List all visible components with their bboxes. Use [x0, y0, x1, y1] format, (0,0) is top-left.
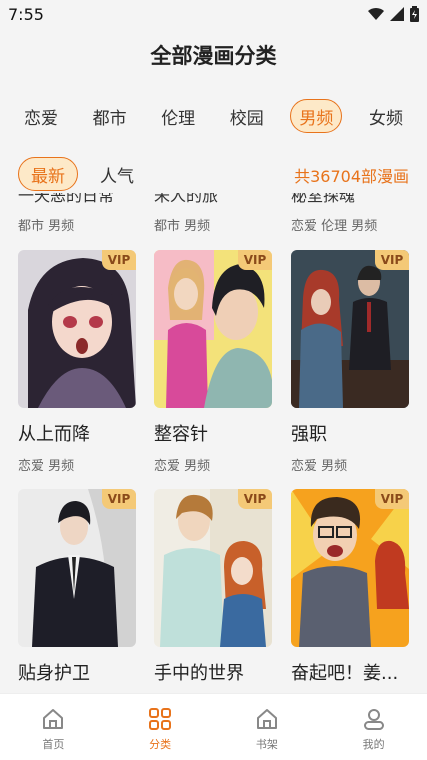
- partial-title: 一天恶的日常: [18, 193, 115, 205]
- category-tab-male[interactable]: 男频: [290, 99, 343, 133]
- tab-profile-label: 我的: [362, 738, 385, 751]
- bookshelf-icon: [256, 709, 277, 729]
- tab-bookshelf[interactable]: 书架: [214, 694, 321, 760]
- vip-badge: VIP: [238, 489, 272, 509]
- cover-art: [154, 489, 272, 647]
- tab-bookshelf-label: 书架: [255, 738, 278, 751]
- comic-card[interactable]: VIP 强职 恋爱 男频: [291, 250, 411, 474]
- cover-art: [291, 489, 409, 647]
- user-icon: [363, 709, 384, 730]
- comic-cover[interactable]: VIP: [291, 489, 409, 647]
- comic-genres: 恋爱 男频: [18, 459, 75, 474]
- sort-bar: 最新 人气 共36704部漫画: [18, 157, 413, 191]
- comic-card[interactable]: VIP 贴身护卫: [18, 489, 138, 693]
- vip-badge: VIP: [375, 489, 409, 509]
- tab-home-label: 首页: [42, 738, 65, 751]
- comic-title: 强职: [291, 424, 327, 445]
- vip-badge: VIP: [238, 250, 272, 270]
- comic-genres: 恋爱 男频: [291, 459, 348, 474]
- comic-title: 手中的世界: [154, 663, 244, 684]
- page-title: 全部漫画分类: [150, 44, 277, 68]
- signal-icon: [390, 7, 404, 21]
- comic-cover[interactable]: VIP: [18, 250, 136, 408]
- partial-title: 未人的旅: [154, 193, 219, 205]
- comic-title: 奋起吧！姜...: [291, 663, 399, 684]
- cover-art: [291, 250, 409, 408]
- comic-cover[interactable]: VIP: [18, 489, 136, 647]
- comic-cover[interactable]: VIP: [291, 250, 409, 408]
- partial-item[interactable]: 一天恶的日常 都市 男频: [18, 193, 138, 234]
- partial-genres: 都市 男频: [154, 219, 211, 234]
- battery-icon: [410, 6, 419, 22]
- cover-art: [18, 489, 136, 647]
- category-tab-romance[interactable]: 恋爱: [16, 99, 66, 133]
- category-tabs: 恋爱 都市 伦理 校园 男频 女频: [16, 99, 411, 133]
- sort-latest-button[interactable]: 最新: [18, 157, 78, 191]
- comic-list[interactable]: 一天恶的日常 都市 男频 未人的旅 都市 男频 秘室探魂 恋爱 伦理 男频 VI…: [0, 193, 427, 693]
- comic-title: 贴身护卫: [18, 663, 90, 684]
- category-tab-ethics[interactable]: 伦理: [153, 99, 203, 133]
- vip-badge: VIP: [375, 250, 409, 270]
- status-bar: 7:55: [0, 0, 427, 32]
- comic-title: 从上而降: [18, 424, 90, 445]
- comic-card[interactable]: VIP 手中的世界: [154, 489, 274, 693]
- status-icons: [368, 6, 419, 22]
- category-tab-female[interactable]: 女频: [361, 99, 411, 133]
- wifi-icon: [368, 7, 384, 21]
- comic-genres: 恋爱 男频: [154, 459, 211, 474]
- category-tab-campus[interactable]: 校园: [222, 99, 272, 133]
- partial-title: 秘室探魂: [291, 193, 356, 205]
- partial-genres: 恋爱 伦理 男频: [291, 219, 378, 234]
- grid-icon: [149, 708, 172, 730]
- partial-item[interactable]: 未人的旅 都市 男频: [154, 193, 274, 234]
- tab-category[interactable]: 分类: [107, 694, 214, 760]
- comic-cover[interactable]: VIP: [154, 489, 272, 647]
- home-icon: [43, 709, 64, 729]
- vip-badge: VIP: [102, 250, 136, 270]
- tab-profile[interactable]: 我的: [320, 694, 427, 760]
- comic-cover[interactable]: VIP: [154, 250, 272, 408]
- partial-item[interactable]: 秘室探魂 恋爱 伦理 男频: [291, 193, 411, 234]
- bottom-tab-bar: 首页 分类 书架 我的: [0, 693, 427, 760]
- comic-card[interactable]: VIP 奋起吧！姜...: [291, 489, 411, 693]
- comic-card[interactable]: VIP 整容针 恋爱 男频: [154, 250, 274, 474]
- tab-category-label: 分类: [149, 738, 172, 751]
- total-count: 共36704部漫画: [294, 167, 409, 186]
- partial-genres: 都市 男频: [18, 219, 75, 234]
- comic-card[interactable]: VIP 从上而降 恋爱 男频: [18, 250, 138, 474]
- vip-badge: VIP: [102, 489, 136, 509]
- sort-popular-button[interactable]: 人气: [88, 157, 146, 191]
- tab-home[interactable]: 首页: [0, 694, 107, 760]
- cover-art: [18, 250, 136, 408]
- status-time: 7:55: [8, 5, 44, 24]
- comic-title: 整容针: [154, 424, 208, 445]
- cover-art: [154, 250, 272, 408]
- category-tab-urban[interactable]: 都市: [85, 99, 135, 133]
